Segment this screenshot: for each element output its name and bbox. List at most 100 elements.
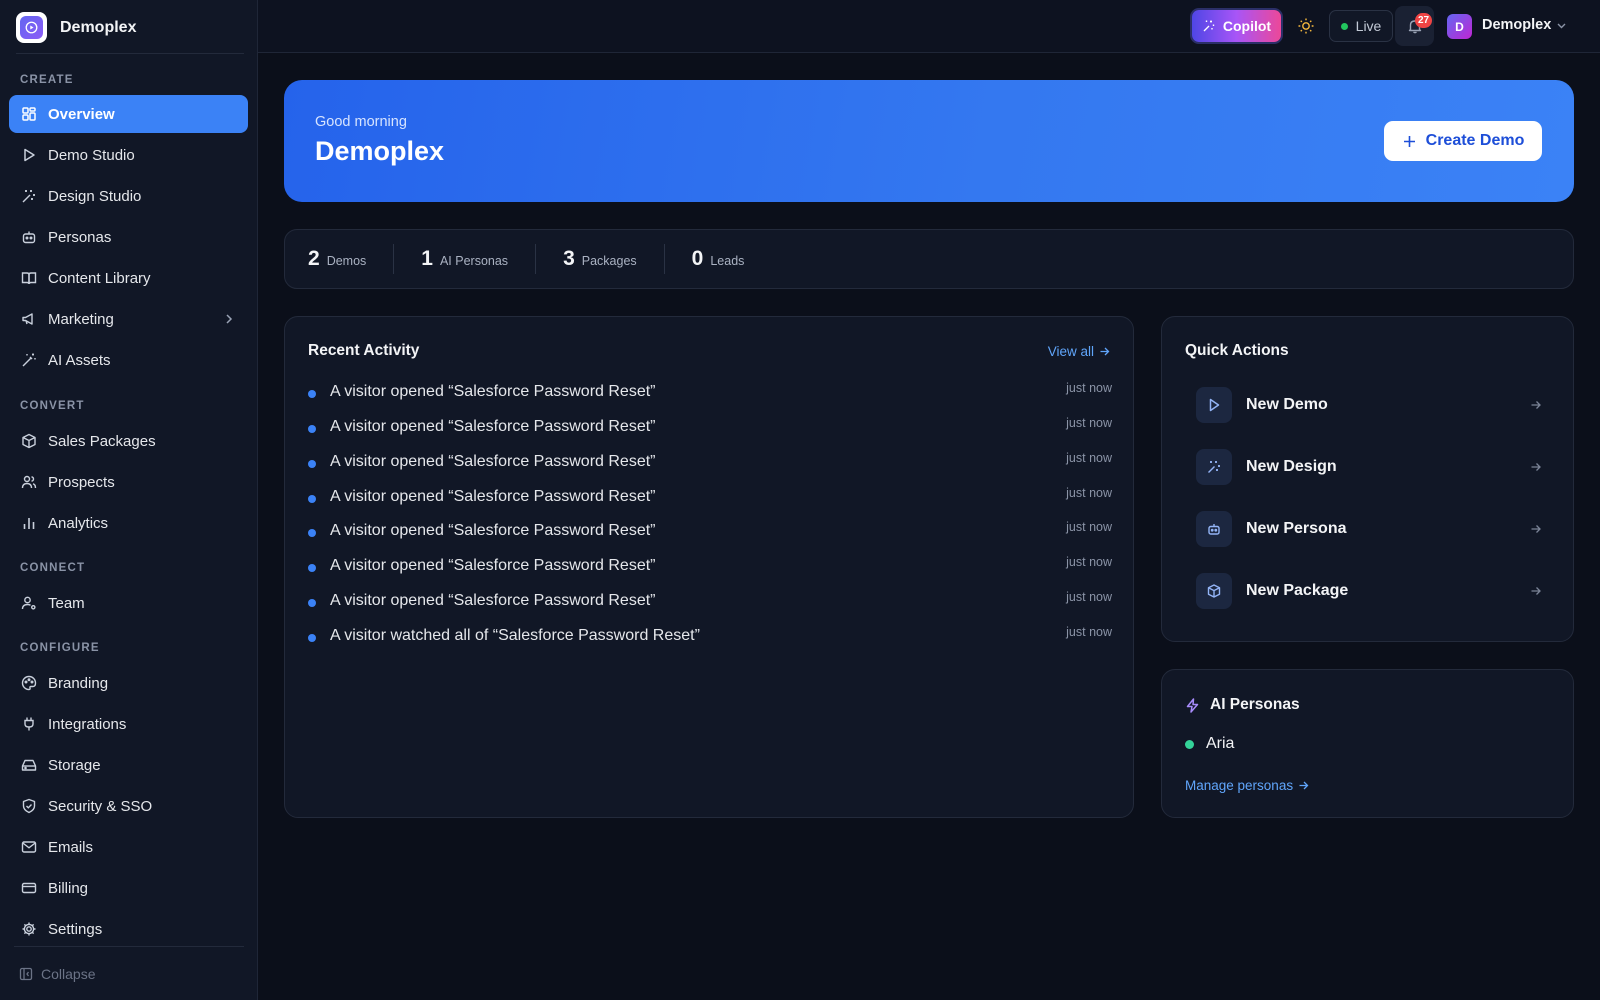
arrow-right-icon [1298,780,1309,791]
sparkles-icon [21,188,37,204]
credit-card-icon [21,880,37,896]
quick-action-new-package[interactable]: New Package [1196,572,1542,610]
sidebar: Demoplex CREATE Overview Demo Studio Des… [0,0,258,1000]
activity-dot-icon [308,460,316,468]
sidebar-item-integrations[interactable]: Integrations [9,705,248,743]
activity-text: A visitor opened “Salesforce Password Re… [330,453,656,470]
sidebar-item-label: Security & SSO [48,797,153,815]
users-icon [21,474,37,490]
activity-text: A visitor opened “Salesforce Password Re… [330,418,656,435]
quick-action-new-persona[interactable]: New Persona [1196,510,1542,548]
section-label-connect: CONNECT [20,562,86,574]
sidebar-item-label: Content Library [48,269,151,287]
activity-time: just now [1066,555,1112,569]
sidebar-item-content-library[interactable]: Content Library [9,259,248,297]
sidebar-item-personas[interactable]: Personas [9,218,248,256]
sidebar-item-prospects[interactable]: Prospects [9,463,248,501]
ai-personas-header: AI Personas [1185,696,1300,714]
activity-item[interactable]: A visitor opened “Salesforce Password Re… [308,381,1112,405]
megaphone-icon [21,311,37,327]
arrow-right-icon [1530,461,1542,473]
sparkles-icon [1202,19,1216,33]
stat-label: AI Personas [439,254,509,268]
arrow-right-icon [1530,523,1542,535]
sidebar-item-sales-packages[interactable]: Sales Packages [9,422,248,460]
user-name[interactable]: Demoplex [1482,17,1551,33]
quick-action-new-design[interactable]: New Design [1196,448,1542,486]
hard-drive-icon [21,757,37,773]
collapse-button[interactable]: Collapse [14,946,244,1000]
sidebar-item-ai-assets[interactable]: AI Assets [9,341,248,379]
stat-label: Leads [710,254,745,268]
manage-personas-link[interactable]: Manage personas [1185,778,1309,793]
quick-action-label: New Package [1246,582,1349,599]
sidebar-item-team[interactable]: Team [9,584,248,622]
ai-personas-card: AI Personas Aria Manage personas [1161,669,1574,818]
activity-item[interactable]: A visitor watched all of “Salesforce Pas… [308,625,1112,649]
activity-item[interactable]: A visitor opened “Salesforce Password Re… [308,590,1112,614]
theme-toggle-sun-icon[interactable] [1296,16,1316,36]
activity-text: A visitor opened “Salesforce Password Re… [330,488,656,505]
activity-time: just now [1066,381,1112,395]
sidebar-item-label: Personas [48,228,112,246]
stat-label: Demos [326,254,367,268]
create-demo-button[interactable]: Create Demo [1384,121,1542,161]
sidebar-item-demo-studio[interactable]: Demo Studio [9,136,248,174]
persona-status-dot-icon [1185,739,1194,749]
brand[interactable]: Demoplex [16,10,244,54]
stat-demos[interactable]: 2 Demos [308,247,366,271]
sidebar-item-label: Marketing [48,310,114,328]
sidebar-item-billing[interactable]: Billing [9,869,248,907]
activity-item[interactable]: A visitor opened “Salesforce Password Re… [308,451,1112,475]
notifications-button[interactable]: 27 [1395,6,1434,46]
sidebar-item-overview[interactable]: Overview [9,95,248,133]
quick-actions-card: Quick Actions New Demo New Design New Pe… [1161,316,1574,642]
stat-value: 3 [563,247,575,270]
activity-item[interactable]: A visitor opened “Salesforce Password Re… [308,520,1112,544]
divider [393,244,395,274]
activity-text: A visitor opened “Salesforce Password Re… [330,383,656,400]
activity-item[interactable]: A visitor opened “Salesforce Password Re… [308,416,1112,440]
activity-dot-icon [308,634,316,642]
bar-chart-icon [21,515,37,531]
activity-dot-icon [308,495,316,503]
arrow-right-icon [1530,585,1542,597]
avatar[interactable]: D [1447,14,1472,39]
stat-value: 0 [691,247,704,270]
sidebar-item-emails[interactable]: Emails [9,828,248,866]
sidebar-item-analytics[interactable]: Analytics [9,504,248,542]
stat-ai-personas[interactable]: 1 AI Personas [421,247,508,271]
plug-icon [21,716,37,732]
view-all-link[interactable]: View all [1048,344,1110,359]
stat-packages[interactable]: 3 Packages [563,247,637,271]
live-status-toggle[interactable]: Live [1329,10,1393,42]
activity-item[interactable]: A visitor opened “Salesforce Password Re… [308,486,1112,510]
sidebar-item-label: Integrations [48,715,127,733]
persona-item[interactable]: Aria [1185,735,1234,753]
grid-icon [21,106,37,122]
recent-activity-card: Recent Activity View all A visitor opene… [284,316,1134,818]
mail-icon [21,839,37,855]
quick-action-label: New Demo [1246,396,1328,413]
sidebar-item-settings[interactable]: Settings [9,910,248,948]
sidebar-item-marketing[interactable]: Marketing [9,300,248,338]
sidebar-item-label: Analytics [48,514,109,532]
sidebar-item-label: Settings [48,920,103,938]
sidebar-item-storage[interactable]: Storage [9,746,248,784]
sidebar-item-design-studio[interactable]: Design Studio [9,177,248,215]
sidebar-item-label: Storage [48,756,101,774]
activity-item[interactable]: A visitor opened “Salesforce Password Re… [308,555,1112,579]
brand-logo [16,12,47,43]
stat-leads[interactable]: 0 Leads [692,247,745,271]
chevron-down-icon[interactable] [1555,19,1568,32]
sidebar-item-security-sso[interactable]: Security & SSO [9,787,248,825]
activity-time: just now [1066,451,1112,465]
quick-action-new-demo[interactable]: New Demo [1196,386,1542,424]
live-label: Live [1355,18,1382,34]
sidebar-item-branding[interactable]: Branding [9,664,248,702]
copilot-label: Copilot [1222,18,1272,34]
activity-dot-icon [308,529,316,537]
topbar: Copilot Live 27 D Demoplex [258,0,1600,53]
divider [535,244,537,274]
copilot-button[interactable]: Copilot [1192,10,1281,42]
